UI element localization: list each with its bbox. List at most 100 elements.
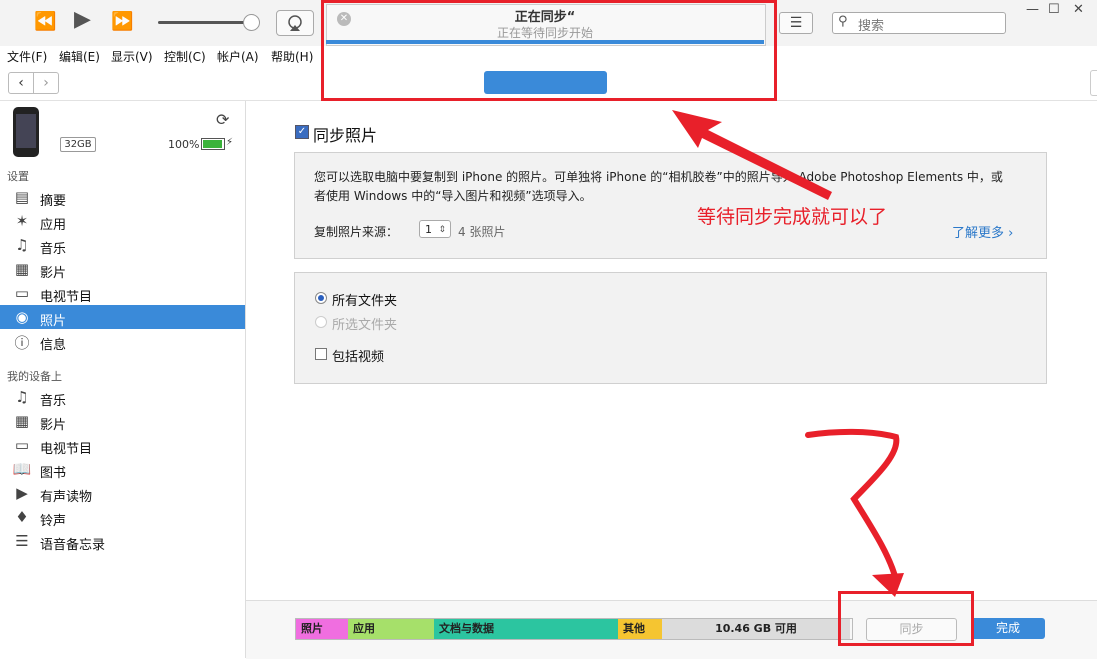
apps-icon: ✶ (15, 212, 29, 230)
menu-edit[interactable]: 编辑(E) (59, 48, 100, 65)
play-icon[interactable]: ▶ (74, 9, 91, 31)
maximize-icon[interactable]: ☐ (1048, 2, 1060, 17)
book-icon: 📖 (12, 460, 32, 478)
learn-more-link[interactable]: 了解更多 › (952, 222, 1013, 241)
film-icon: ▦ (14, 412, 30, 430)
radio-selected-folders-label: 所选文件夹 (332, 318, 398, 333)
volume-knob[interactable] (243, 14, 260, 31)
back-button[interactable]: ‹ (8, 72, 34, 94)
tv-icon: ▭ (14, 284, 30, 302)
summary-icon: ▤ (14, 188, 30, 206)
stepper-icon: ⇕ (438, 225, 446, 235)
source-count: 4 张照片 (458, 225, 506, 239)
bell-icon: ♦ (15, 508, 29, 526)
list-icon: ☰ (789, 15, 803, 31)
sidebar-item-label: 影片 (40, 418, 67, 433)
include-video-checkbox[interactable] (315, 348, 327, 360)
fast-forward-icon[interactable]: ⏩ (111, 13, 133, 31)
radio-all-folders[interactable] (315, 292, 327, 304)
camera-icon: ◉ (15, 308, 29, 326)
close-window-icon[interactable]: ✕ (1073, 2, 1084, 17)
audiobook-icon: ▶ (16, 484, 28, 502)
airplay-icon (288, 15, 302, 31)
search-placeholder: 搜索 (858, 19, 885, 34)
sidebar-item-music[interactable]: ♫ 音乐 (0, 233, 245, 257)
chevron-left-icon: ‹ (18, 75, 24, 91)
annotation-scribble-arrow (805, 428, 904, 597)
storage-segment-other: 其他 (618, 619, 662, 639)
storage-segment-apps: 应用 (348, 619, 434, 639)
radio-selected-folders[interactable] (315, 316, 327, 328)
chevron-right-icon: › (43, 75, 49, 91)
sidebar-item-label: 音乐 (40, 242, 67, 257)
annotation-box-status (321, 0, 777, 101)
phone-screen (16, 114, 36, 148)
radio-all-folders-label: 所有文件夹 (332, 294, 398, 309)
charging-icon: ⚡ (226, 137, 234, 148)
sync-photos-title: 同步照片 (313, 126, 378, 145)
voice-memo-icon: ☰ (15, 532, 29, 550)
sidebar-item-device-ringtones[interactable]: ♦ 铃声 (0, 505, 245, 529)
sidebar-item-label: 电视节目 (40, 442, 93, 457)
sidebar-item-device-books[interactable]: 📖 图书 (0, 457, 245, 481)
source-select[interactable]: 1 ⇕ (419, 220, 451, 238)
menu-help[interactable]: 帮助(H) (271, 48, 313, 65)
annotation-text: 等待同步完成就可以了 (697, 206, 888, 228)
sidebar-item-device-tv[interactable]: ▭ 电视节目 (0, 433, 245, 457)
include-video-label: 包括视频 (332, 350, 385, 365)
device-capacity: 32GB (60, 137, 96, 152)
battery-percent: 100% (168, 138, 200, 151)
collapse-handle[interactable] (1090, 70, 1097, 96)
minimize-icon[interactable]: — (1026, 2, 1039, 17)
sidebar-item-device-films[interactable]: ▦ 影片 (0, 409, 245, 433)
music-icon: ♫ (15, 236, 29, 254)
sidebar-item-photos[interactable]: ◉ 照片 (0, 305, 245, 329)
sidebar-item-label: 电视节目 (40, 290, 93, 305)
source-select-value: 1 (425, 223, 432, 236)
sidebar-item-label: 有声读物 (40, 490, 93, 505)
learn-more-label: 了解更多 (952, 226, 1005, 241)
sidebar-item-label: 图书 (40, 466, 67, 481)
sidebar-item-label: 信息 (40, 338, 67, 353)
battery-fill (203, 140, 222, 148)
annotation-arrow-up (672, 110, 832, 200)
section-settings: 设置 (7, 170, 29, 183)
sidebar-item-device-voice-memos[interactable]: ☰ 语音备忘录 (0, 529, 245, 553)
search-icon: ⚲ (838, 14, 848, 29)
sidebar-item-label: 语音备忘录 (40, 538, 106, 553)
storage-segment-free: 10.46 GB 可用 (662, 619, 850, 639)
options-box (294, 272, 1047, 384)
forward-button[interactable]: › (33, 72, 59, 94)
sidebar-item-label: 照片 (40, 314, 67, 329)
sidebar-item-tv[interactable]: ▭ 电视节目 (0, 281, 245, 305)
sidebar-item-films[interactable]: ▦ 影片 (0, 257, 245, 281)
menu-view[interactable]: 显示(V) (111, 48, 153, 65)
sidebar-item-device-audiobooks[interactable]: ▶ 有声读物 (0, 481, 245, 505)
chevron-right-icon: › (1008, 226, 1014, 241)
menu-file[interactable]: 文件(F) (7, 48, 47, 65)
menu-control[interactable]: 控制(C) (164, 48, 206, 65)
list-view-button[interactable]: ☰ (779, 12, 813, 34)
sidebar-item-device-music[interactable]: ♫ 音乐 (0, 385, 245, 409)
tv-icon: ▭ (14, 436, 30, 454)
sync-icon[interactable]: ⟳ (216, 110, 229, 129)
rewind-icon[interactable]: ⏪ (34, 13, 56, 31)
menu-account[interactable]: 帐户(A) (217, 48, 259, 65)
sidebar-item-label: 铃声 (40, 514, 67, 529)
storage-segment-documents: 文档与数据 (434, 619, 618, 639)
storage-segment-photos: 照片 (296, 619, 348, 639)
music-icon: ♫ (15, 388, 29, 406)
sidebar-item-summary[interactable]: ▤ 摘要 (0, 185, 245, 209)
sidebar-item-info[interactable]: ⓘ 信息 (0, 329, 245, 353)
airplay-button[interactable] (276, 10, 314, 36)
film-icon: ▦ (14, 260, 30, 278)
sidebar-item-label: 摘要 (40, 194, 67, 209)
volume-slider[interactable] (158, 21, 250, 24)
section-my-device: 我的设备上 (7, 370, 62, 383)
sync-photos-checkbox[interactable]: ✓ (295, 125, 309, 139)
info-icon: ⓘ (14, 334, 30, 352)
done-button[interactable]: 完成 (971, 618, 1045, 639)
annotation-box-sync (838, 591, 974, 646)
sidebar-item-apps[interactable]: ✶ 应用 (0, 209, 245, 233)
source-label: 复制照片来源： (314, 225, 399, 239)
